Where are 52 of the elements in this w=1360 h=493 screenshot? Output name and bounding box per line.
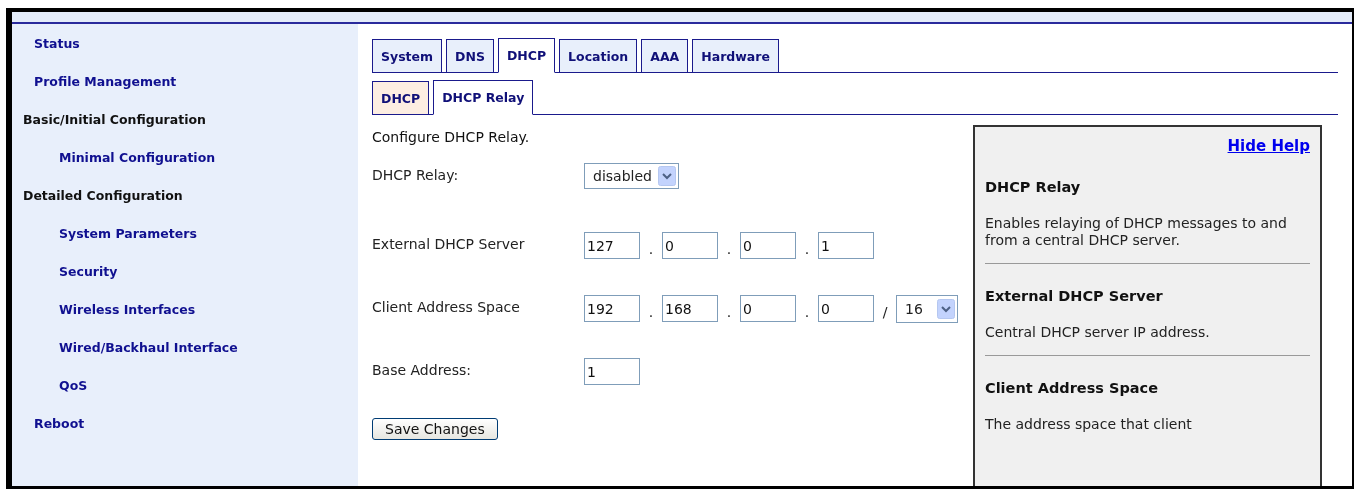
tab[interactable]: AAA — [641, 39, 689, 73]
sidebar-section-heading: Basic/Initial Configuration — [23, 112, 206, 127]
field-label: DHCP Relay: — [372, 166, 460, 185]
dot-separator: . — [803, 240, 811, 257]
sidebar-link[interactable]: Wireless Interfaces — [59, 302, 196, 317]
octet-field[interactable]: 1 — [818, 232, 874, 259]
sidebar-link[interactable]: Profile Management — [34, 74, 177, 89]
help-heading: Client Address Space — [985, 380, 1160, 396]
sidebar-link[interactable]: Status — [34, 36, 80, 51]
octet-field[interactable]: 0 — [662, 232, 718, 259]
dot-separator: . — [647, 303, 655, 320]
subtab[interactable]: DHCP — [372, 81, 430, 115]
intro-text: Configure DHCP Relay. — [372, 129, 531, 147]
octet-field[interactable]: 0 — [740, 232, 796, 259]
tab[interactable]: Hardware — [692, 39, 779, 73]
field-label: Client Address Space — [372, 298, 521, 317]
help-text: The address space that client — [985, 416, 1193, 433]
sidebar-section-heading: Detailed Configuration — [23, 188, 183, 203]
octet-field[interactable]: 127 — [584, 232, 640, 259]
help-heading: DHCP Relay — [985, 179, 1082, 195]
dot-separator: . — [647, 240, 655, 257]
help-heading: External DHCP Server — [985, 288, 1164, 304]
sidebar-link[interactable]: Reboot — [34, 416, 85, 431]
subtab[interactable]: DHCP Relay — [433, 80, 534, 115]
sidebar-link[interactable]: Security — [59, 264, 118, 279]
save-button[interactable]: Save Changes — [372, 418, 498, 440]
octet-field[interactable]: 0 — [818, 295, 874, 322]
octet-field[interactable]: 0 — [740, 295, 796, 322]
dot-separator: . — [725, 303, 733, 320]
octet-field[interactable]: 192 — [584, 295, 640, 322]
base-address-field[interactable]: 1 — [584, 358, 640, 385]
sidebar-link[interactable]: Wired/Backhaul Interface — [59, 340, 238, 355]
help-text: Central DHCP server IP address. — [985, 324, 1211, 341]
sidebar-link[interactable]: Minimal Configuration — [59, 150, 216, 165]
hide-help-link[interactable]: Hide Help — [985, 137, 1310, 155]
sidebar-link[interactable]: QoS — [59, 378, 88, 393]
slash-separator: / — [881, 303, 889, 320]
field-label: External DHCP Server — [372, 235, 526, 254]
octet-field[interactable]: 168 — [662, 295, 718, 322]
tab[interactable]: DNS — [446, 39, 494, 73]
tab[interactable]: Location — [559, 39, 638, 73]
help-text: Enables relaying of DHCP messages to and from a central DHCP server. — [985, 215, 1288, 249]
tab[interactable]: DHCP — [497, 38, 556, 73]
sidebar-link[interactable]: System Parameters — [59, 226, 197, 241]
dot-separator: . — [725, 240, 733, 257]
field-label: Base Address: — [372, 361, 472, 380]
dot-separator: . — [803, 303, 811, 320]
mask-dropdown[interactable]: 16 — [896, 295, 958, 323]
caret-icon — [936, 299, 955, 319]
relay-dropdown[interactable]: disabled — [584, 163, 679, 189]
caret-icon — [657, 166, 676, 186]
tab[interactable]: System — [372, 39, 443, 73]
